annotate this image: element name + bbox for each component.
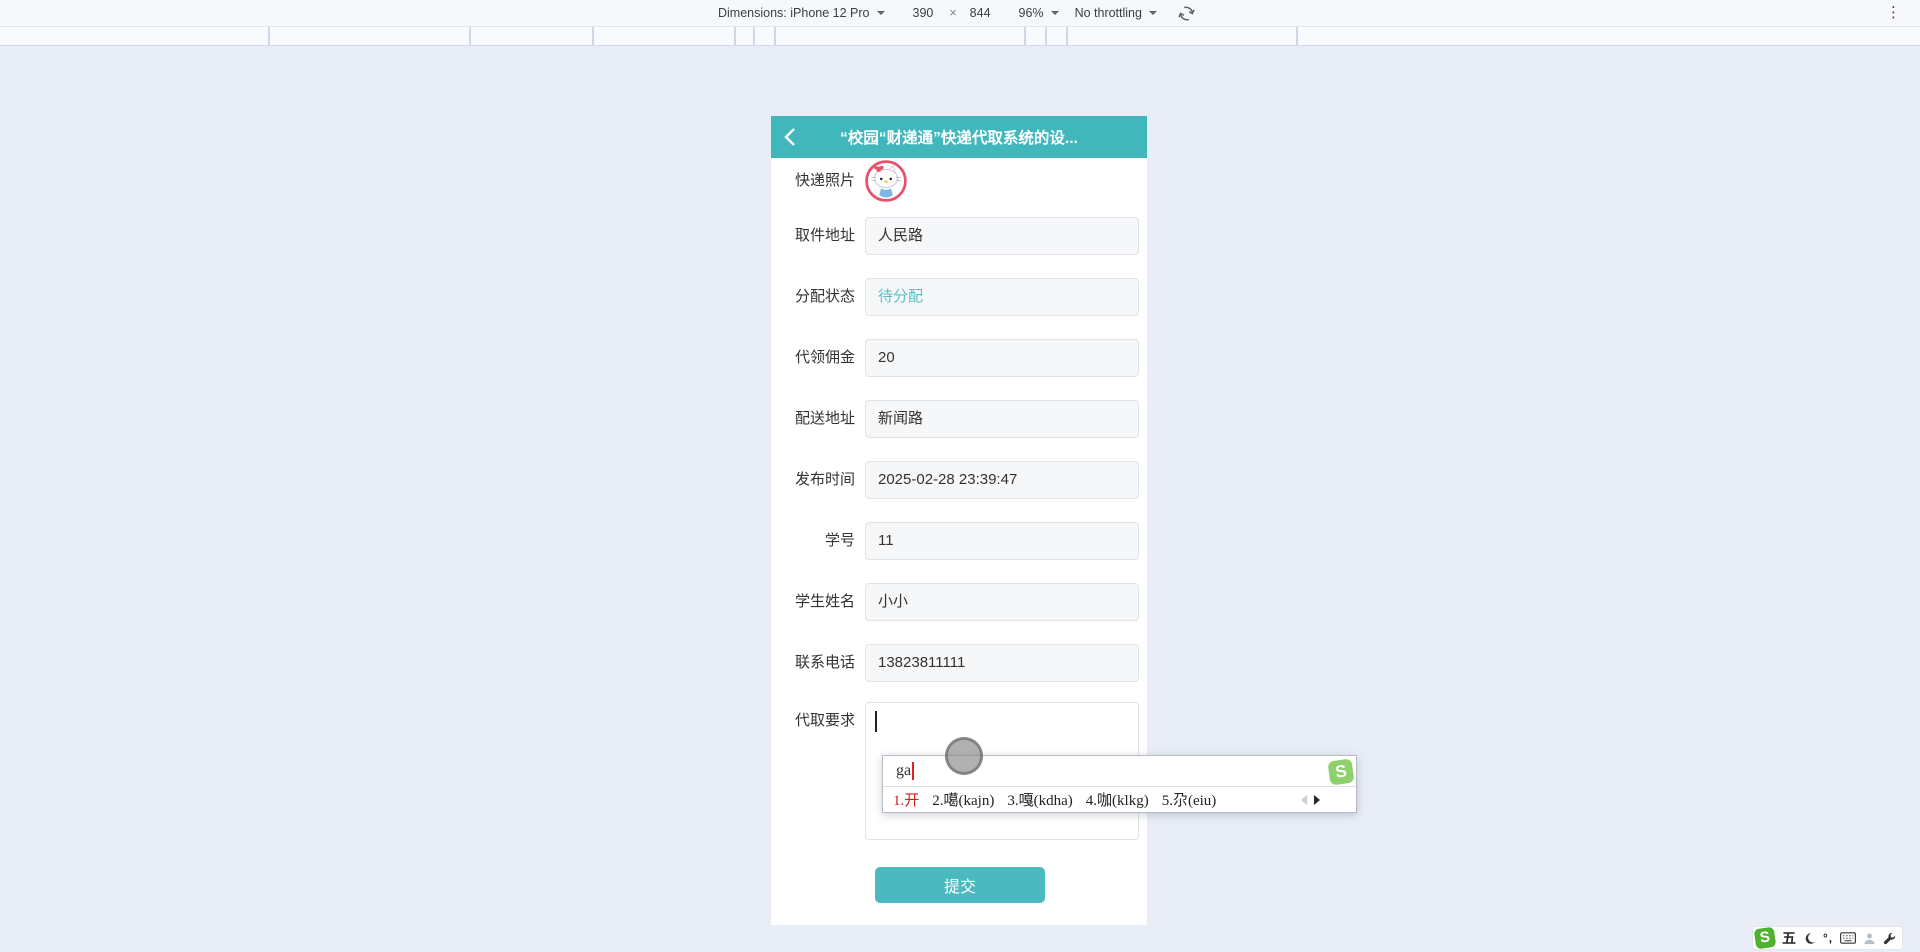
empty-table-row	[0, 27, 1920, 46]
zoom-value: 96%	[1018, 6, 1044, 20]
ime-cursor	[912, 762, 915, 780]
publish-time-input[interactable]: 2025-02-28 23:39:47	[865, 461, 1139, 499]
ime-composition-text: ga	[896, 762, 912, 779]
field-value: 人民路	[878, 227, 924, 244]
viewport-height-field[interactable]: 844	[970, 6, 991, 20]
field-value: 13823811111	[878, 654, 966, 671]
sogou-logo-icon: S	[1327, 758, 1355, 786]
page-title: “校园“财递通”快递代取系统的设...	[840, 130, 1078, 147]
screen: Dimensions: iPhone 12 Pro 390 × 844 96% …	[0, 0, 1920, 952]
field-value: 20	[878, 349, 895, 366]
student-name-input[interactable]: 小小	[865, 583, 1139, 621]
field-label: 发布时间	[794, 471, 855, 488]
parcel-photo-avatar[interactable]	[865, 160, 907, 202]
ime-candidate-row: 1.开 2.噶(kajn) 3.嘎(kdha) 4.咖(klkg) 5.尕(ei…	[883, 787, 1356, 812]
back-button[interactable]	[784, 127, 798, 147]
hello-kitty-avatar-image	[865, 160, 907, 202]
wubi-mode-indicator[interactable]: 五	[1782, 926, 1796, 950]
table-cell	[1068, 27, 1298, 45]
field-value: 11	[878, 532, 894, 549]
rotate-viewport-button[interactable]	[1177, 4, 1196, 23]
ime-candidate[interactable]: 2.噶(kajn)	[932, 789, 994, 810]
chevron-down-icon	[876, 11, 885, 15]
table-cell	[471, 27, 594, 45]
touch-cursor-indicator	[945, 737, 983, 775]
pickup-address-input[interactable]: 人民路	[865, 217, 1139, 255]
sogou-logo-icon[interactable]: S	[1753, 926, 1777, 950]
field-label: 快递照片	[794, 172, 855, 189]
ime-candidate[interactable]: 4.咖(klkg)	[1086, 789, 1149, 810]
chevron-down-icon	[1148, 11, 1157, 15]
throttling-selector[interactable]: No throttling	[1075, 6, 1157, 20]
devtools-menu-button[interactable]: ⋮	[1886, 4, 1901, 22]
field-label: 代取要求	[794, 712, 855, 729]
table-cell	[594, 27, 736, 45]
field-value: 2025-02-28 23:39:47	[878, 471, 1018, 488]
field-label: 分配状态	[794, 288, 855, 305]
ime-next-page-icon[interactable]	[1314, 794, 1320, 805]
fullwidth-moon-icon[interactable]	[1803, 932, 1816, 945]
text-cursor	[875, 711, 877, 732]
punctuation-mode-icon[interactable]: °,	[1823, 931, 1833, 945]
submit-button[interactable]: 提交	[875, 867, 1045, 903]
rotate-icon	[1178, 5, 1195, 21]
chevron-down-icon	[1050, 11, 1059, 15]
table-cell	[776, 27, 1026, 45]
ime-candidate[interactable]: 1.开	[893, 789, 919, 810]
zoom-selector[interactable]: 96%	[1019, 6, 1059, 20]
multiply-sign: ×	[949, 6, 957, 20]
settings-wrench-icon[interactable]	[1883, 932, 1896, 945]
page-header: “校园“财递通”快递代取系统的设...	[771, 116, 1147, 158]
table-cell	[755, 27, 776, 45]
table-cell	[270, 27, 471, 45]
table-cell	[736, 27, 755, 45]
sogou-ime-toolbar: S 五 °,	[1752, 926, 1904, 950]
phone-input[interactable]: 13823811111	[865, 644, 1139, 682]
field-label: 联系电话	[794, 654, 855, 671]
dimensions-label: Dimensions:	[718, 6, 787, 20]
field-value: 新闻路	[878, 410, 924, 427]
assign-status-field[interactable]: 待分配	[865, 278, 1139, 316]
delivery-address-input[interactable]: 新闻路	[865, 400, 1139, 438]
field-label: 学生姓名	[794, 593, 855, 610]
viewport-width-field[interactable]: 390	[913, 6, 934, 20]
devtools-device-toolbar: Dimensions: iPhone 12 Pro 390 × 844 96% …	[0, 0, 1920, 27]
field-label: 学号	[824, 532, 855, 549]
back-chevron-icon	[784, 128, 795, 146]
table-cell	[1298, 27, 1920, 45]
soft-keyboard-icon[interactable]	[1840, 932, 1857, 944]
field-label: 配送地址	[794, 410, 855, 427]
table-cell	[1047, 27, 1068, 45]
commission-input[interactable]: 20	[865, 339, 1139, 377]
ime-candidate[interactable]: 3.嘎(kdha)	[1007, 789, 1072, 810]
throttling-value: No throttling	[1074, 6, 1142, 20]
device-name: iPhone 12 Pro	[790, 6, 870, 20]
student-id-input[interactable]: 11	[865, 522, 1139, 560]
ime-prev-page-icon[interactable]	[1301, 794, 1307, 805]
table-cell	[1026, 27, 1047, 45]
field-label: 代领佣金	[794, 349, 855, 366]
table-cell	[0, 27, 270, 45]
ime-candidate[interactable]: 5.尕(eiu)	[1162, 789, 1217, 810]
account-person-icon[interactable]	[1863, 932, 1876, 945]
device-selector[interactable]: Dimensions: iPhone 12 Pro	[718, 6, 885, 20]
field-label: 取件地址	[794, 227, 855, 244]
status-badge: 待分配	[878, 288, 924, 305]
field-value: 小小	[878, 593, 909, 610]
